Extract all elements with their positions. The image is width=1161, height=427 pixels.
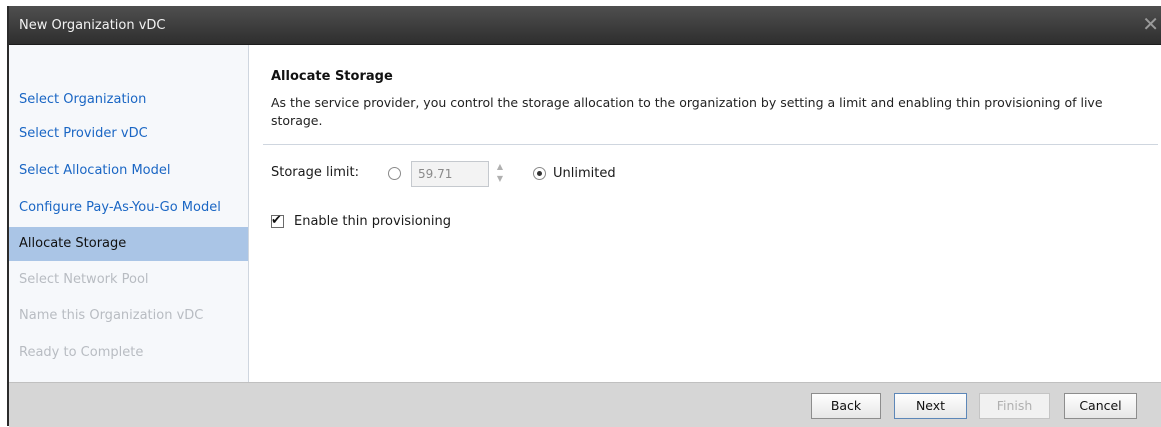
step-allocate-storage[interactable]: Allocate Storage xyxy=(9,227,248,261)
storage-limit-label: Storage limit: xyxy=(271,165,359,180)
storage-limit-input[interactable]: 59.71 xyxy=(411,161,489,187)
wizard-steps-sidebar: Select Organization Select Provider vDC … xyxy=(9,45,249,382)
thin-provisioning-label: Enable thin provisioning xyxy=(294,214,451,229)
checkmark-icon: ✔ xyxy=(271,213,282,228)
cancel-button[interactable]: Cancel xyxy=(1064,393,1137,419)
unlimited-radio[interactable] xyxy=(533,167,546,180)
thin-provisioning-checkbox[interactable]: ✔ xyxy=(271,213,284,228)
storage-limit-stepper[interactable]: ▲ ▼ xyxy=(493,161,507,187)
button-bar: Back Next Finish Cancel xyxy=(9,382,1161,427)
dialog-title: New Organization vDC xyxy=(19,18,166,33)
title-bar: New Organization vDC ✕ xyxy=(9,6,1161,45)
step-name-org-vdc: Name this Organization vDC xyxy=(19,308,204,323)
step-select-provider-vdc[interactable]: Select Provider vDC xyxy=(9,117,248,151)
step-select-network-pool: Select Network Pool xyxy=(19,272,149,287)
storage-limit-radio[interactable] xyxy=(388,167,401,180)
page-title: Allocate Storage xyxy=(271,69,393,84)
storage-limit-row: Storage limit: 59.71 ▲ ▼ Unlimited xyxy=(271,161,671,187)
step-ready-to-complete: Ready to Complete xyxy=(19,345,144,360)
back-button[interactable]: Back xyxy=(811,393,881,419)
step-select-organization[interactable]: Select Organization xyxy=(9,83,248,117)
new-org-vdc-dialog: New Organization vDC ✕ Select Organizati… xyxy=(7,6,1161,427)
divider xyxy=(263,144,1158,145)
unlimited-label: Unlimited xyxy=(553,166,616,181)
next-button[interactable]: Next xyxy=(894,393,967,419)
chevron-down-icon[interactable]: ▼ xyxy=(493,173,507,185)
step-select-allocation-model[interactable]: Select Allocation Model xyxy=(9,154,248,188)
finish-button: Finish xyxy=(979,393,1050,419)
main-panel: Allocate Storage As the service provider… xyxy=(249,45,1161,382)
step-configure-pay-as-you-go[interactable]: Configure Pay-As-You-Go Model xyxy=(9,191,248,225)
page-description: As the service provider, you control the… xyxy=(271,95,1103,128)
chevron-up-icon[interactable]: ▲ xyxy=(493,161,507,173)
close-icon[interactable]: ✕ xyxy=(1142,13,1159,35)
